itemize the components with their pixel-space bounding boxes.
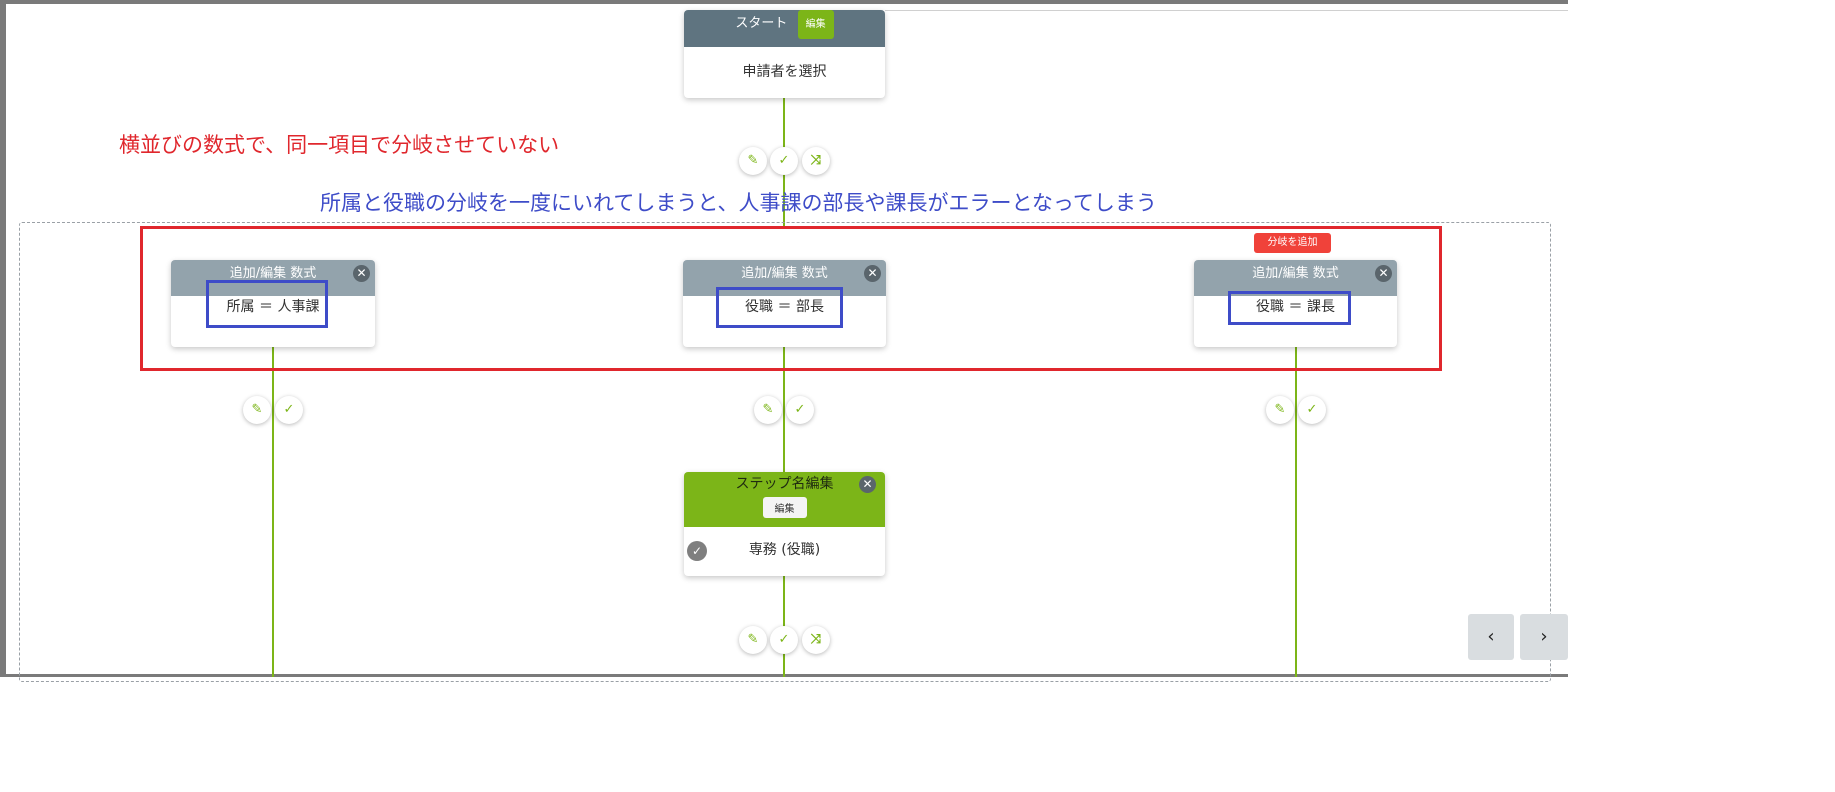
step-node[interactable]: ステップ名編集 編集 ✕ ✓ 専務 (役職): [684, 472, 885, 576]
start-node-title: スタート: [735, 16, 788, 31]
check-circle-icon[interactable]: ✓: [687, 541, 707, 561]
add-branch-button[interactable]: 分岐を追加: [1254, 233, 1331, 253]
check-icon: ✓: [778, 153, 790, 168]
chevron-left-icon: ‹: [1487, 626, 1495, 647]
confirm-button[interactable]: ✓: [275, 396, 303, 424]
close-icon[interactable]: ✕: [353, 265, 370, 282]
close-icon[interactable]: ✕: [1375, 265, 1392, 282]
start-node[interactable]: スタート 編集 申請者を選択: [684, 10, 885, 98]
close-icon[interactable]: ✕: [864, 265, 881, 282]
prev-button[interactable]: ‹: [1468, 614, 1514, 660]
step-node-body: 専務 (役職): [748, 542, 821, 558]
edit-button[interactable]: ✎: [243, 396, 271, 424]
chevron-right-icon: ›: [1540, 626, 1548, 647]
shuffle-button[interactable]: ⤨: [802, 626, 830, 654]
pencil-icon: ✎: [251, 402, 263, 417]
pencil-icon: ✎: [747, 153, 759, 168]
start-edit-button[interactable]: 編集: [797, 10, 834, 39]
pencil-icon: ✎: [1274, 402, 1286, 417]
shuffle-icon: ⤨: [810, 153, 822, 168]
check-icon: ✓: [1306, 402, 1318, 417]
annotation-red: 横並びの数式で、同一項目で分岐させていない: [119, 133, 560, 157]
pencil-icon: ✎: [762, 402, 774, 417]
branch-node-title: 追加/編集 数式: [1252, 266, 1339, 281]
highlight-blue-box-1: [206, 280, 328, 328]
step-node-title: ステップ名編集: [735, 476, 834, 492]
shuffle-button[interactable]: ⤨: [802, 147, 830, 175]
confirm-button[interactable]: ✓: [770, 626, 798, 654]
annotation-blue: 所属と役職の分岐を一度にいれてしまうと、人事課の部長や課長がエラーとなってしまう: [320, 191, 1157, 215]
step-node-header: ステップ名編集 編集 ✕: [684, 472, 885, 527]
highlight-blue-box-3: [1228, 291, 1351, 325]
close-icon[interactable]: ✕: [859, 476, 876, 493]
start-node-header: スタート 編集: [684, 10, 885, 47]
start-node-body: 申請者を選択: [742, 64, 827, 80]
top-divider: [885, 10, 1568, 11]
highlight-blue-box-2: [716, 287, 843, 328]
next-button[interactable]: ›: [1520, 614, 1568, 660]
edit-button[interactable]: ✎: [739, 147, 767, 175]
check-icon: ✓: [283, 402, 295, 417]
confirm-button[interactable]: ✓: [786, 396, 814, 424]
check-icon: ✓: [794, 402, 806, 417]
step-node-body-row: ✓ 専務 (役職): [684, 527, 885, 576]
edit-button[interactable]: ✎: [754, 396, 782, 424]
branch-node-title: 追加/編集 数式: [229, 266, 317, 281]
shuffle-icon: ⤨: [810, 632, 822, 647]
edit-button[interactable]: ✎: [739, 626, 767, 654]
edit-button[interactable]: ✎: [1266, 396, 1294, 424]
pencil-icon: ✎: [747, 632, 759, 647]
step-edit-button[interactable]: 編集: [762, 497, 807, 518]
check-icon: ✓: [778, 632, 790, 647]
branch-node-title: 追加/編集 数式: [741, 266, 828, 281]
confirm-button[interactable]: ✓: [770, 147, 798, 175]
confirm-button[interactable]: ✓: [1298, 396, 1326, 424]
